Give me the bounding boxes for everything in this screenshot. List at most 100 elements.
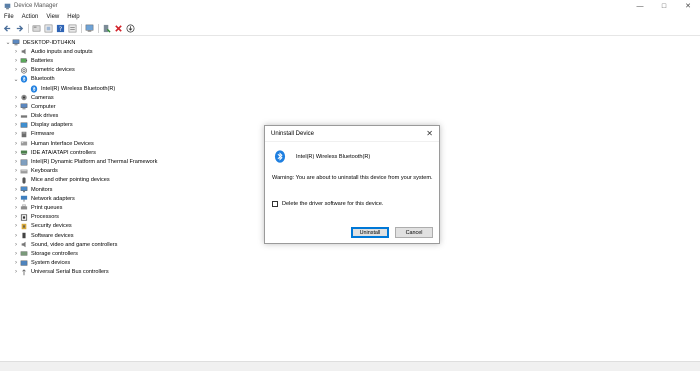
tree-item-label: Universal Serial Bus controllers bbox=[31, 269, 109, 276]
chevron-right-icon[interactable]: › bbox=[12, 122, 20, 128]
help-icon[interactable]: ? bbox=[56, 24, 65, 33]
forward-arrow-icon[interactable] bbox=[15, 24, 24, 33]
chevron-right-icon[interactable]: › bbox=[12, 58, 20, 64]
toolbar-separator bbox=[98, 24, 99, 33]
chevron-right-icon[interactable]: › bbox=[12, 104, 20, 110]
tree-item[interactable]: › Sound, video and game controllers bbox=[4, 240, 254, 249]
menu-view[interactable]: View bbox=[46, 14, 59, 20]
toolbar-separator bbox=[28, 24, 29, 33]
tree-item-label: Display adapters bbox=[31, 122, 73, 129]
chevron-right-icon[interactable]: › bbox=[12, 260, 20, 266]
tree-item[interactable]: › Monitors bbox=[4, 185, 254, 194]
tree-item-label: Bluetooth bbox=[31, 76, 55, 83]
firmware-icon bbox=[20, 131, 28, 138]
chevron-right-icon[interactable]: › bbox=[12, 177, 20, 183]
chevron-right-icon[interactable]: › bbox=[12, 159, 20, 165]
device-tree: ⌄ DESKTOP-IDTU4KN › Audio inputs and out… bbox=[4, 38, 254, 277]
tree-item[interactable]: › Processors bbox=[4, 213, 254, 222]
tree-item[interactable]: › Software devices bbox=[4, 231, 254, 240]
chevron-right-icon[interactable]: › bbox=[12, 168, 20, 174]
chevron-right-icon[interactable]: › bbox=[12, 205, 20, 211]
menu-bar: File Action View Help bbox=[0, 12, 88, 22]
chevron-right-icon[interactable]: › bbox=[12, 49, 20, 55]
tree-item[interactable]: › Batteries bbox=[4, 56, 254, 65]
enable-device-icon[interactable] bbox=[102, 24, 111, 33]
tree-item[interactable]: › Firmware bbox=[4, 130, 254, 139]
tree-item[interactable]: › Mice and other pointing devices bbox=[4, 176, 254, 185]
chevron-right-icon[interactable]: › bbox=[12, 251, 20, 257]
monitor-icon[interactable] bbox=[85, 24, 94, 33]
chevron-right-icon[interactable]: › bbox=[12, 150, 20, 156]
tree-item[interactable]: › Biometric devices bbox=[4, 66, 254, 75]
tree-item-label: Mice and other pointing devices bbox=[31, 177, 110, 184]
delete-driver-option[interactable]: Delete the driver software for this devi… bbox=[272, 201, 383, 207]
uninstall-button[interactable]: Uninstall bbox=[351, 227, 389, 238]
menu-help[interactable]: Help bbox=[67, 14, 79, 20]
download-icon[interactable] bbox=[126, 24, 135, 33]
back-arrow-icon[interactable] bbox=[3, 24, 12, 33]
uninstall-dialog: Uninstall Device ✕ Intel(R) Wireless Blu… bbox=[264, 125, 440, 244]
tree-item[interactable]: › IDE ATA/ATAPI controllers bbox=[4, 148, 254, 157]
chevron-right-icon[interactable]: › bbox=[12, 141, 20, 147]
chevron-down-icon[interactable]: ⌄ bbox=[12, 76, 20, 83]
chevron-right-icon[interactable]: › bbox=[12, 214, 20, 220]
system-icon bbox=[20, 260, 28, 267]
chevron-right-icon[interactable]: › bbox=[12, 187, 20, 193]
tree-item[interactable]: › Human Interface Devices bbox=[4, 139, 254, 148]
status-bar bbox=[0, 361, 700, 371]
network-icon bbox=[20, 195, 28, 202]
tree-child-item[interactable]: Intel(R) Wireless Bluetooth(R) bbox=[4, 84, 254, 93]
tree-item[interactable]: › Universal Serial Bus controllers bbox=[4, 268, 254, 277]
tree-item[interactable]: › Security devices bbox=[4, 222, 254, 231]
chevron-right-icon[interactable]: › bbox=[12, 67, 20, 73]
delete-driver-checkbox[interactable] bbox=[272, 201, 278, 207]
dialog-device: Intel(R) Wireless Bluetooth(R) bbox=[274, 150, 370, 163]
tree-item-label: Human Interface Devices bbox=[31, 140, 94, 147]
device-manager-icon bbox=[4, 3, 11, 9]
tree-item[interactable]: › Network adapters bbox=[4, 194, 254, 203]
dialog-device-name: Intel(R) Wireless Bluetooth(R) bbox=[296, 153, 371, 160]
disk-icon bbox=[20, 113, 28, 120]
computer-icon bbox=[12, 39, 20, 46]
uninstall-icon[interactable] bbox=[114, 24, 123, 33]
tree-item[interactable]: › Print queues bbox=[4, 203, 254, 212]
cancel-button[interactable]: Cancel bbox=[395, 227, 433, 238]
chevron-right-icon[interactable]: › bbox=[12, 113, 20, 119]
close-window-button[interactable]: ✕ bbox=[676, 0, 700, 12]
properties-icon[interactable] bbox=[32, 24, 41, 33]
tree-item[interactable]: › Disk drives bbox=[4, 112, 254, 121]
chevron-right-icon[interactable]: › bbox=[12, 233, 20, 239]
tree-item-bluetooth[interactable]: ⌄ Bluetooth bbox=[4, 75, 254, 84]
tree-item[interactable]: › Keyboards bbox=[4, 167, 254, 176]
chevron-right-icon[interactable]: › bbox=[12, 242, 20, 248]
chevron-down-icon[interactable]: ⌄ bbox=[4, 39, 12, 46]
title-bar: Device Manager — □ ✕ bbox=[0, 0, 700, 12]
tree-item[interactable]: › Display adapters bbox=[4, 121, 254, 130]
tree-item-label: Network adapters bbox=[31, 195, 75, 202]
tree-root[interactable]: ⌄ DESKTOP-IDTU4KN bbox=[4, 38, 254, 47]
tree-item[interactable]: › Cameras bbox=[4, 93, 254, 102]
update-icon[interactable] bbox=[44, 24, 53, 33]
chevron-right-icon[interactable]: › bbox=[12, 223, 20, 229]
minimize-button[interactable]: — bbox=[628, 0, 652, 12]
tree-item-label: Processors bbox=[31, 214, 59, 221]
tree-item[interactable]: › System devices bbox=[4, 259, 254, 268]
security-icon bbox=[20, 223, 28, 230]
tree-item[interactable]: › Computer bbox=[4, 102, 254, 111]
menu-action[interactable]: Action bbox=[22, 14, 39, 20]
resources-icon[interactable] bbox=[68, 24, 77, 33]
tree-item[interactable]: › Storage controllers bbox=[4, 249, 254, 258]
tree-item-label: Batteries bbox=[31, 57, 54, 64]
tree-item-label: Print queues bbox=[31, 204, 63, 211]
tree-item[interactable]: › Audio inputs and outputs bbox=[4, 47, 254, 56]
chevron-right-icon[interactable]: › bbox=[12, 95, 20, 101]
window-title: Device Manager bbox=[14, 3, 58, 9]
maximize-button[interactable]: □ bbox=[652, 0, 676, 12]
chevron-right-icon[interactable]: › bbox=[12, 196, 20, 202]
chevron-right-icon[interactable]: › bbox=[12, 131, 20, 137]
tree-item[interactable]: › Intel(R) Dynamic Platform and Thermal … bbox=[4, 157, 254, 166]
display-icon bbox=[20, 122, 28, 129]
close-icon[interactable]: ✕ bbox=[426, 129, 433, 138]
menu-file[interactable]: File bbox=[4, 14, 14, 20]
chevron-right-icon[interactable]: › bbox=[12, 269, 20, 275]
